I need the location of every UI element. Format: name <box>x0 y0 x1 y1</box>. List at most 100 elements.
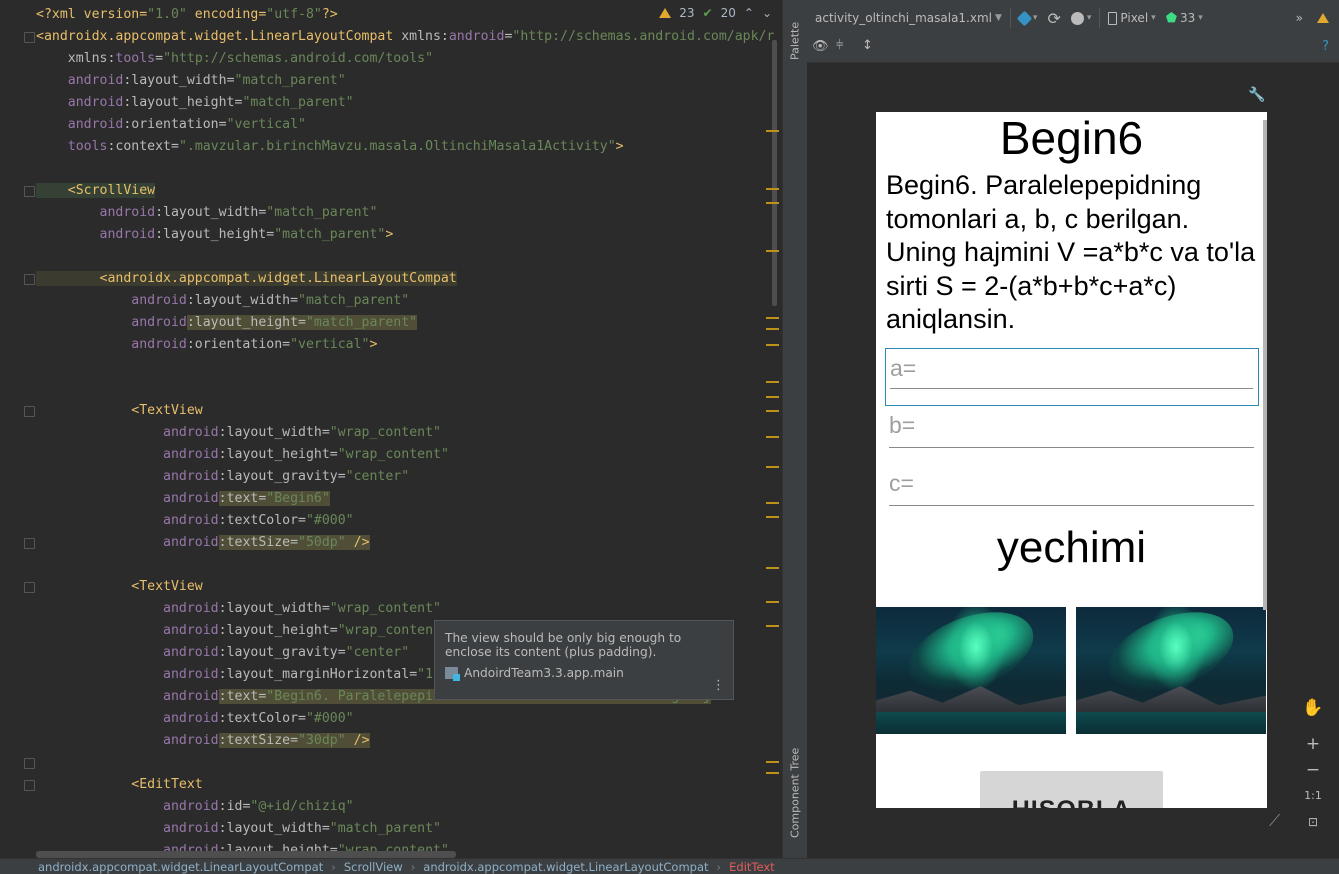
device-preview[interactable]: Begin6 Begin6. Paralelepepidning tomonla… <box>876 112 1267 808</box>
aurora-image-right[interactable] <box>1076 607 1266 734</box>
zoom-out-button[interactable]: − <box>1299 757 1327 783</box>
code-line[interactable]: android:textColor="#000" <box>36 708 354 730</box>
code-line[interactable]: <androidx.appcompat.widget.LinearLayoutC… <box>36 268 457 290</box>
aurora-image-left[interactable] <box>876 607 1066 734</box>
code-line[interactable]: android:layout_height="match_parent" <box>36 312 418 334</box>
warning-marker[interactable] <box>766 761 779 763</box>
editor-horizontal-scrollbar[interactable] <box>36 851 456 858</box>
vertical-resize-icon[interactable]: ↕ <box>862 38 873 53</box>
device-dropdown[interactable]: Pixel ▾ <box>1108 11 1156 25</box>
resize-handle-icon[interactable]: ⟋ <box>1269 811 1280 831</box>
code-line[interactable]: android:layout_height="match_parent"> <box>36 224 394 246</box>
code-line[interactable]: android:text="Begin6" <box>36 488 330 510</box>
warning-marker[interactable] <box>766 381 779 383</box>
prev-highlight-icon[interactable]: ⌃ <box>744 6 754 20</box>
breadcrumb-item[interactable]: androidx.appcompat.widget.LinearLayoutCo… <box>38 860 323 874</box>
code-line[interactable]: <ScrollView <box>36 180 156 202</box>
code-line[interactable]: android:layout_width="match_parent" <box>36 290 409 312</box>
fold-toggle-icon[interactable] <box>24 32 35 43</box>
zoom-actual-size-button[interactable]: 1:1 <box>1299 783 1327 809</box>
pan-hand-icon[interactable]: ✋ <box>1299 695 1327 721</box>
code-editor[interactable]: <?xml version="1.0" encoding="utf-8"?> <a… <box>0 0 780 858</box>
editor-gutter[interactable] <box>0 0 36 858</box>
component-tree-tab[interactable]: Component Tree <box>785 740 805 846</box>
fit-screen-icon[interactable]: ⊡ <box>1299 809 1327 835</box>
code-line[interactable]: android:layout_width="match_parent" <box>36 202 378 224</box>
night-mode-button[interactable]: ▾ <box>1070 11 1091 25</box>
code-line[interactable]: <?xml version="1.0" encoding="utf-8"?> <box>36 4 338 26</box>
edittext-b[interactable]: b= <box>885 406 1259 464</box>
fold-toggle-icon[interactable] <box>24 582 35 593</box>
wrench-icon[interactable]: 🔧 <box>1248 87 1265 103</box>
file-tab-dropdown[interactable]: activity_oltinchi_masala1.xml ▼ <box>815 11 1002 25</box>
code-line[interactable]: android:layout_gravity="center" <box>36 642 409 664</box>
design-surface-button[interactable]: ▾ <box>1016 10 1037 26</box>
inspection-widget[interactable]: 23 ✔ 20 ⌃ ⌄ <box>659 6 772 20</box>
code-line[interactable]: <TextView <box>36 400 202 422</box>
preview-title[interactable]: Begin6 <box>876 113 1267 163</box>
warning-marker[interactable] <box>766 317 779 319</box>
edittext-a[interactable]: a= <box>885 348 1259 406</box>
fold-toggle-icon[interactable] <box>24 538 35 549</box>
warning-marker[interactable] <box>766 250 779 252</box>
breadcrumb-item[interactable]: ScrollView <box>344 860 403 874</box>
code-line[interactable]: android:layout_gravity="center" <box>36 466 409 488</box>
palette-tab[interactable]: Palette <box>785 12 805 70</box>
warning-marker[interactable] <box>766 344 779 346</box>
edittext-c[interactable]: c= <box>885 464 1259 522</box>
calculate-button[interactable]: HISOBLA <box>980 771 1163 808</box>
warning-marker[interactable] <box>766 601 779 603</box>
help-icon[interactable]: ? <box>1322 39 1329 54</box>
code-line[interactable]: xmlns:tools="http://schemas.android.com/… <box>36 48 433 70</box>
warning-marker[interactable] <box>766 202 779 204</box>
breadcrumb-item-current[interactable]: EditText <box>729 860 775 874</box>
eye-icon[interactable]: 👁 <box>812 39 829 54</box>
preview-result[interactable]: yechimi <box>876 522 1267 574</box>
fold-toggle-icon[interactable] <box>24 274 35 285</box>
code-line[interactable]: android:layout_width="wrap_content" <box>36 422 441 444</box>
preview-description[interactable]: Begin6. Paralelepepidning tomonlari a, b… <box>886 169 1266 337</box>
fold-toggle-icon[interactable] <box>24 186 35 197</box>
warning-marker[interactable] <box>766 410 779 412</box>
code-line[interactable]: <EditText <box>36 774 202 796</box>
code-line[interactable]: android:layout_height="match_parent" <box>36 92 354 114</box>
warning-marker[interactable] <box>766 516 779 518</box>
more-options-icon[interactable]: ⋮ <box>712 678 725 693</box>
issues-warning-icon[interactable] <box>1317 13 1329 23</box>
code-line[interactable]: <TextView <box>36 576 202 598</box>
warning-marker[interactable] <box>766 130 779 132</box>
code-line[interactable]: android:layout_width="wrap_content" <box>36 598 441 620</box>
warning-marker[interactable] <box>766 502 779 504</box>
code-line[interactable]: android:orientation="vertical"> <box>36 334 377 356</box>
fold-toggle-icon[interactable] <box>24 406 35 417</box>
code-line[interactable]: android:textColor="#000" <box>36 510 354 532</box>
zoom-in-button[interactable]: + <box>1299 731 1327 757</box>
orientation-button[interactable]: ⟳ <box>1047 9 1060 28</box>
code-line[interactable]: <androidx.appcompat.widget.LinearLayoutC… <box>36 26 774 48</box>
code-area[interactable]: <?xml version="1.0" encoding="utf-8"?> <a… <box>36 4 780 858</box>
code-line[interactable]: android:orientation="vertical" <box>36 114 306 136</box>
fold-toggle-icon[interactable] <box>24 780 35 791</box>
code-line[interactable]: tools:context=".mavzular.birinchMavzu.ma… <box>36 136 624 158</box>
warning-marker[interactable] <box>766 188 779 190</box>
code-line[interactable]: android:layout_height="wrap_content <box>36 620 441 642</box>
warning-marker[interactable] <box>766 328 779 330</box>
code-line[interactable]: android:layout_marginHorizontal="1 <box>36 664 433 686</box>
warning-marker[interactable] <box>766 625 779 627</box>
code-line[interactable]: android:layout_width="match_parent" <box>36 818 441 840</box>
warning-marker[interactable] <box>766 396 779 398</box>
editor-vertical-scrollbar[interactable] <box>772 40 777 306</box>
api-level-dropdown[interactable]: ⬟ 33 ▾ <box>1166 11 1203 26</box>
margin-icon[interactable]: ⫩ <box>836 38 843 53</box>
tooltip-source[interactable]: AndoirdTeam3.3.app.main <box>464 666 624 680</box>
code-line[interactable]: android:layout_height="wrap_content" <box>36 444 449 466</box>
warning-marker[interactable] <box>766 436 779 438</box>
warning-marker[interactable] <box>766 772 779 774</box>
code-line[interactable]: android:layout_width="match_parent" <box>36 70 346 92</box>
overflow-chevron-icon[interactable]: » <box>1296 11 1303 25</box>
warning-marker[interactable] <box>766 466 779 468</box>
breadcrumb-item[interactable]: androidx.appcompat.widget.LinearLayoutCo… <box>423 860 708 874</box>
fold-toggle-icon[interactable] <box>24 758 35 769</box>
design-canvas[interactable]: 🔧 Begin6 Begin6. Paralelepepidning tomon… <box>807 63 1339 858</box>
warning-marker[interactable] <box>766 567 779 569</box>
